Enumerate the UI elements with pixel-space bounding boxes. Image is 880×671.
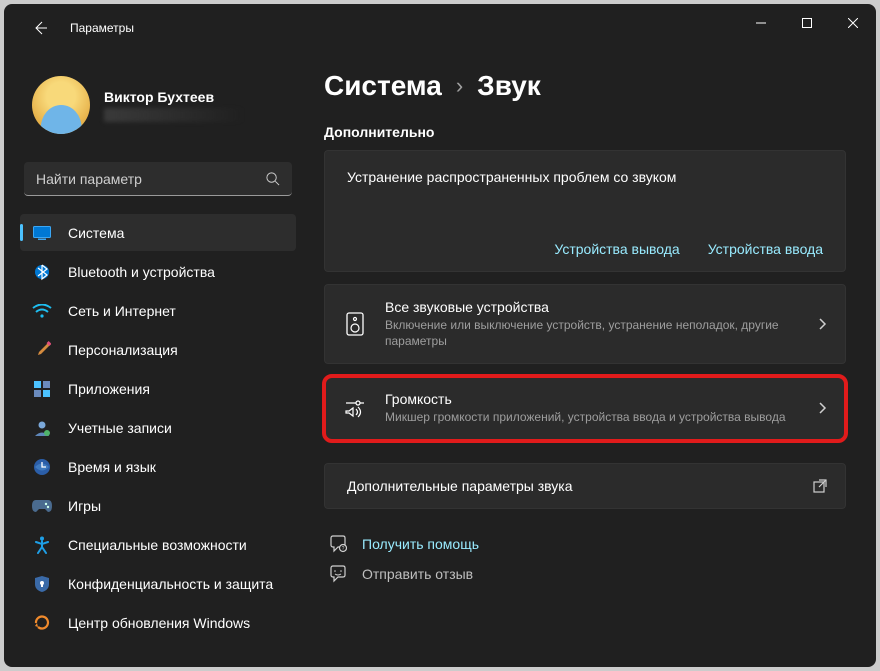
- nav-label: Конфиденциальность и защита: [68, 576, 273, 592]
- nav-label: Время и язык: [68, 459, 156, 475]
- gaming-icon: [32, 496, 52, 516]
- nav-item-privacy[interactable]: Конфиденциальность и защита: [20, 565, 296, 602]
- maximize-button[interactable]: [784, 7, 830, 39]
- nav-label: Учетные записи: [68, 420, 172, 436]
- window-title: Параметры: [70, 21, 134, 35]
- nav-list: Система Bluetooth и устройства Сеть и Инте…: [16, 214, 300, 643]
- accounts-icon: [32, 418, 52, 438]
- content-area: Система › Звук Дополнительно Устранение …: [312, 52, 876, 667]
- nav-item-accessibility[interactable]: Специальные возможности: [20, 526, 296, 563]
- nav-item-wifi[interactable]: Сеть и Интернет: [20, 292, 296, 329]
- system-icon: [32, 223, 52, 243]
- svg-text:?: ?: [342, 546, 345, 552]
- profile-email: [104, 108, 244, 122]
- nav-label: Приложения: [68, 381, 150, 397]
- nav-item-bluetooth[interactable]: Bluetooth и устройства: [20, 253, 296, 290]
- chevron-right-icon: [817, 317, 827, 331]
- close-icon: [848, 18, 858, 28]
- profile-name: Виктор Бухтеев: [104, 89, 244, 105]
- nav-label: Специальные возможности: [68, 537, 247, 553]
- chevron-right-icon: [817, 401, 827, 415]
- nav-label: Персонализация: [68, 342, 178, 358]
- nav-item-gaming[interactable]: Игры: [20, 487, 296, 524]
- feedback-row[interactable]: Отправить отзыв: [324, 559, 846, 589]
- volume-title: Громкость: [385, 391, 799, 407]
- troubleshoot-title: Устранение распространенных проблем со з…: [347, 169, 823, 185]
- volume-mixer-tile[interactable]: Громкость Микшер громкости приложений, у…: [324, 376, 846, 440]
- volume-subtitle: Микшер громкости приложений, устройства …: [385, 409, 799, 425]
- get-help-row[interactable]: ? Получить помощь: [324, 529, 846, 559]
- minimize-button[interactable]: [738, 7, 784, 39]
- privacy-icon: [32, 574, 52, 594]
- wifi-icon: [32, 301, 52, 321]
- nav-label: Центр обновления Windows: [68, 615, 250, 631]
- sidebar: Виктор Бухтеев Система Bluetooth и устрой…: [4, 52, 312, 667]
- maximize-icon: [802, 18, 812, 28]
- speaker-device-icon: [343, 312, 367, 336]
- search-box[interactable]: [24, 162, 292, 196]
- open-external-icon: [813, 479, 827, 493]
- caption-buttons: [738, 17, 876, 39]
- bluetooth-icon: [32, 262, 52, 282]
- titlebar: Параметры: [4, 4, 876, 52]
- all-devices-title: Все звуковые устройства: [385, 299, 799, 315]
- help-icon: ?: [328, 535, 348, 553]
- apps-icon: [32, 379, 52, 399]
- section-advanced: Дополнительно: [324, 124, 846, 140]
- footer-links: ? Получить помощь Отправить отзыв: [324, 529, 846, 589]
- troubleshoot-output-link[interactable]: Устройства вывода: [554, 241, 679, 257]
- nav-label: Сеть и Интернет: [68, 303, 176, 319]
- search-input[interactable]: [36, 171, 265, 187]
- profile-block[interactable]: Виктор Бухтеев: [16, 52, 300, 144]
- all-devices-tile[interactable]: Все звуковые устройства Включение или вы…: [324, 284, 846, 364]
- close-button[interactable]: [830, 7, 876, 39]
- brush-icon: [32, 340, 52, 360]
- search-icon: [265, 171, 280, 186]
- back-button[interactable]: [22, 10, 58, 46]
- nav-item-apps[interactable]: Приложения: [20, 370, 296, 407]
- accessibility-icon: [32, 535, 52, 555]
- minimize-icon: [756, 18, 766, 28]
- update-icon: [32, 613, 52, 633]
- nav-label: Система: [68, 225, 124, 241]
- nav-item-accounts[interactable]: Учетные записи: [20, 409, 296, 446]
- settings-window: Параметры Виктор Бухтеев: [4, 4, 876, 667]
- time-icon: [32, 457, 52, 477]
- back-arrow-icon: [32, 20, 48, 36]
- get-help-link[interactable]: Получить помощь: [362, 536, 479, 552]
- more-sound-title: Дополнительные параметры звука: [347, 478, 795, 494]
- troubleshoot-card: Устранение распространенных проблем со з…: [324, 150, 846, 272]
- feedback-icon: [328, 565, 348, 583]
- nav-item-brush[interactable]: Персонализация: [20, 331, 296, 368]
- more-sound-settings-tile[interactable]: Дополнительные параметры звука: [324, 463, 846, 509]
- breadcrumb-current: Звук: [477, 70, 541, 102]
- nav-label: Bluetooth и устройства: [68, 264, 215, 280]
- nav-label: Игры: [68, 498, 101, 514]
- mixer-icon: [343, 397, 367, 419]
- breadcrumb-separator: ›: [456, 73, 463, 99]
- all-devices-subtitle: Включение или выключение устройств, устр…: [385, 317, 799, 349]
- feedback-link[interactable]: Отправить отзыв: [362, 566, 473, 582]
- troubleshoot-input-link[interactable]: Устройства ввода: [708, 241, 823, 257]
- nav-item-system[interactable]: Система: [20, 214, 296, 251]
- avatar: [32, 76, 90, 134]
- nav-item-time[interactable]: Время и язык: [20, 448, 296, 485]
- breadcrumb: Система › Звук: [324, 70, 846, 102]
- breadcrumb-parent[interactable]: Система: [324, 70, 442, 102]
- nav-item-update[interactable]: Центр обновления Windows: [20, 604, 296, 641]
